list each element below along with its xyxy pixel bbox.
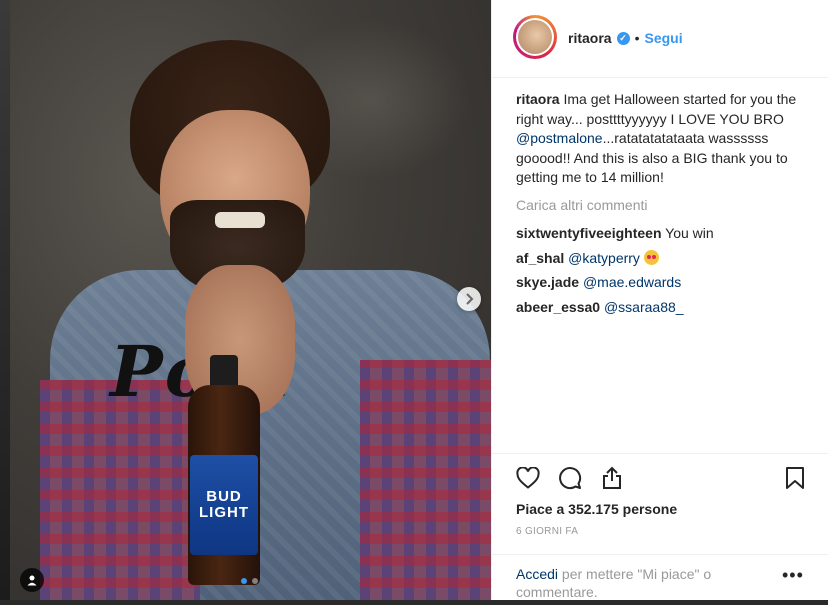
comment-item: af_shal @katyperry xyxy=(516,249,806,269)
avatar[interactable] xyxy=(513,15,557,59)
login-link[interactable]: Accedi xyxy=(516,566,558,582)
caption-mention[interactable]: @postmalone xyxy=(516,130,603,146)
comment-icon[interactable] xyxy=(556,464,584,492)
flannel-shirt-right xyxy=(360,360,491,600)
heart-eyes-emoji-icon xyxy=(643,249,659,265)
follow-button[interactable]: Segui xyxy=(644,30,682,46)
action-buttons xyxy=(514,464,626,492)
comment-item: skye.jade @mae.edwards xyxy=(516,273,806,293)
more-options-icon[interactable]: ••• xyxy=(782,565,804,586)
carousel-dots xyxy=(241,578,258,584)
avatar-image xyxy=(518,20,552,54)
header-username[interactable]: ritaora xyxy=(568,30,612,46)
header-separator: • xyxy=(634,30,640,46)
comment-username[interactable]: sixtwentyfiveeighteen xyxy=(516,225,662,241)
header-user-row: ritaora ✓ • Segui xyxy=(568,30,683,46)
load-more-comments-button[interactable]: Carica altri commenti xyxy=(516,196,806,216)
post-side-panel: ritaora ✓ • Segui ritaora Ima get Hallow… xyxy=(491,0,828,600)
comments-list: ritaora Ima get Halloween started for yo… xyxy=(516,90,806,322)
post-date: 6 GIORNI FA xyxy=(516,526,579,537)
background-left xyxy=(0,0,10,600)
comment-item: sixtwentyfiveeighteen You win xyxy=(516,224,806,244)
post-actions-section: Piace a 352.175 persone 6 GIORNI FA Acce… xyxy=(492,453,828,600)
post-photo[interactable]: Pom BUD LIGHT xyxy=(10,0,491,600)
comment-username[interactable]: skye.jade xyxy=(516,274,579,290)
bottle-label: BUD LIGHT xyxy=(190,455,258,555)
caption-username[interactable]: ritaora xyxy=(516,91,560,107)
comment-text: You win xyxy=(661,225,714,241)
bottle-brand-line-1: BUD xyxy=(206,488,242,505)
verified-badge-icon: ✓ xyxy=(616,31,630,45)
comment-username[interactable]: abeer_essa0 xyxy=(516,299,600,315)
comment-username[interactable]: af_shal xyxy=(516,250,564,266)
user-tag-icon[interactable] xyxy=(20,568,44,592)
bookmark-icon[interactable] xyxy=(781,464,809,492)
post-header: ritaora ✓ • Segui xyxy=(492,0,828,78)
carousel-dot-active xyxy=(241,578,247,584)
comment-mention[interactable]: @katyperry xyxy=(568,250,640,266)
avatar-ring-inner xyxy=(516,18,554,56)
post-caption: ritaora Ima get Halloween started for yo… xyxy=(516,90,806,188)
flannel-shirt-left xyxy=(40,380,200,600)
comment-mention[interactable]: @mae.edwards xyxy=(583,274,681,290)
comment-item: abeer_essa0 @ssaraa88_ xyxy=(516,298,806,318)
chevron-right-icon[interactable] xyxy=(457,287,481,311)
likes-count[interactable]: Piace a 352.175 persone xyxy=(516,501,677,517)
grill-teeth xyxy=(215,212,265,228)
share-icon[interactable] xyxy=(598,464,626,492)
carousel-dot xyxy=(252,578,258,584)
heart-icon[interactable] xyxy=(514,464,542,492)
bottle-brand-line-2: LIGHT xyxy=(199,504,249,521)
comment-mention[interactable]: @ssaraa88_ xyxy=(604,299,684,315)
login-prompt: Accedi per mettere "Mi piace" o commenta… xyxy=(492,554,828,605)
login-prompt-text: Accedi per mettere "Mi piace" o commenta… xyxy=(516,565,756,601)
